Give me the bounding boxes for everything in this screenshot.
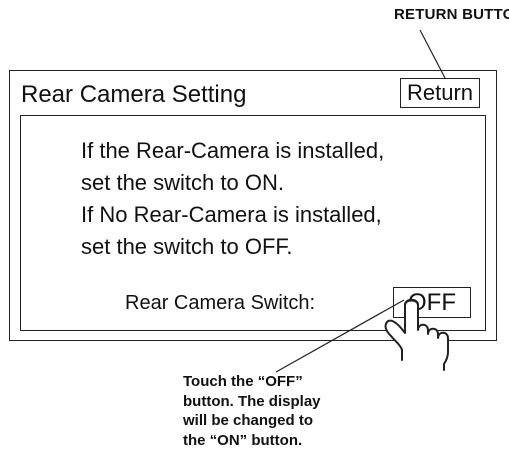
touch-off-instruction-callout: Touch the “OFF” button. The display will… <box>183 372 321 450</box>
touch-callout-leader <box>275 299 405 373</box>
return-callout-leader <box>419 29 446 79</box>
pointing-hand-icon <box>384 298 449 371</box>
callout-line: button. The display <box>183 392 321 410</box>
callout-line: Touch the “OFF” <box>183 373 303 390</box>
callout-line: the “ON” button. <box>183 431 303 449</box>
callout-line: will be changed to <box>183 412 314 429</box>
